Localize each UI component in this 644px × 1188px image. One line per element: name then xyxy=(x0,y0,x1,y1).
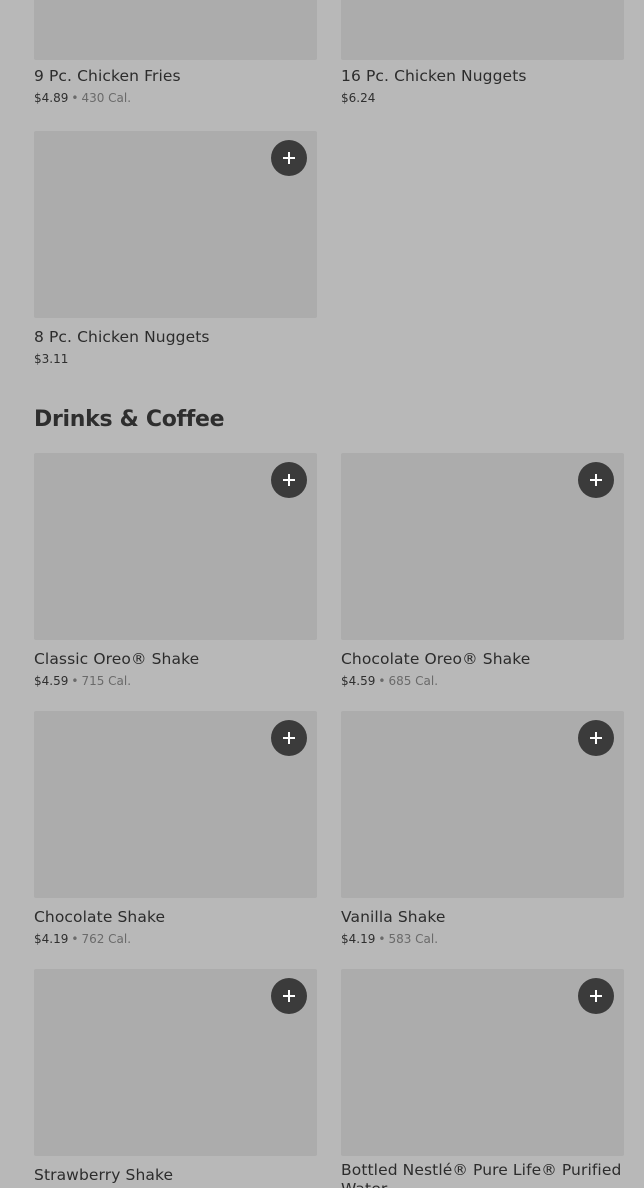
meta-separator: • xyxy=(378,932,386,946)
menu-item-name[interactable]: Chocolate Shake xyxy=(34,904,317,930)
plus-icon xyxy=(282,989,296,1003)
menu-item-card[interactable]: Bottled Nestlé® Pure Life® Purified Wate… xyxy=(341,969,624,1188)
plus-icon xyxy=(589,989,603,1003)
section-title-drinks: Drinks & Coffee xyxy=(34,407,225,432)
menu-page: 9 Pc. Chicken Fries $4.89 • 430 Cal. 16 Pc… xyxy=(0,0,644,1188)
menu-item-calories: 762 Cal. xyxy=(81,932,132,946)
menu-item-card[interactable]: Vanilla Shake $4.19 • 583 Cal. xyxy=(341,711,624,948)
plus-icon xyxy=(282,473,296,487)
menu-item-meta: $6.24 xyxy=(341,89,624,107)
meta-separator: • xyxy=(71,932,79,946)
menu-item-meta: $4.19 • 583 Cal. xyxy=(341,930,624,948)
menu-item-price: $4.89 xyxy=(34,91,69,105)
menu-item-meta: $4.59 • 715 Cal. xyxy=(34,672,317,690)
menu-item-name[interactable]: Vanilla Shake xyxy=(341,904,624,930)
add-to-cart-button[interactable] xyxy=(578,462,614,498)
menu-item-meta: $3.11 xyxy=(34,350,317,368)
menu-item-calories: 430 Cal. xyxy=(81,91,132,105)
menu-item-calories: 685 Cal. xyxy=(388,674,439,688)
menu-item-image[interactable] xyxy=(34,131,317,318)
meta-separator: • xyxy=(71,674,79,688)
meta-separator: • xyxy=(378,674,386,688)
menu-item-image[interactable] xyxy=(34,0,317,60)
menu-item-price: $6.24 xyxy=(341,91,376,105)
menu-item-image[interactable] xyxy=(341,969,624,1156)
add-to-cart-button[interactable] xyxy=(578,978,614,1014)
menu-item-card[interactable]: Chocolate Shake $4.19 • 762 Cal. xyxy=(34,711,317,948)
menu-item-name[interactable]: Strawberry Shake xyxy=(34,1162,317,1188)
meta-separator: • xyxy=(71,91,79,105)
plus-icon xyxy=(282,151,296,165)
add-to-cart-button[interactable] xyxy=(271,720,307,756)
menu-item-name[interactable]: 9 Pc. Chicken Fries xyxy=(34,63,317,89)
plus-icon xyxy=(589,473,603,487)
menu-item-image[interactable] xyxy=(341,0,624,60)
menu-item-meta: $4.59 • 685 Cal. xyxy=(341,672,624,690)
plus-icon xyxy=(589,731,603,745)
plus-icon xyxy=(282,731,296,745)
menu-item-card[interactable]: Chocolate Oreo® Shake $4.59 • 685 Cal. xyxy=(341,453,624,690)
menu-item-image[interactable] xyxy=(34,453,317,640)
add-to-cart-button[interactable] xyxy=(271,978,307,1014)
menu-item-name[interactable]: 16 Pc. Chicken Nuggets xyxy=(341,63,624,89)
menu-item-price: $4.19 xyxy=(341,932,376,946)
menu-item-name[interactable]: Classic Oreo® Shake xyxy=(34,646,317,672)
menu-item-card[interactable]: 8 Pc. Chicken Nuggets $3.11 xyxy=(34,131,317,368)
menu-item-price: $3.11 xyxy=(34,352,69,366)
menu-item-image[interactable] xyxy=(341,453,624,640)
menu-item-meta: $4.19 • 762 Cal. xyxy=(34,930,317,948)
menu-item-price: $4.59 xyxy=(34,674,69,688)
menu-item-name[interactable]: 8 Pc. Chicken Nuggets xyxy=(34,324,317,350)
menu-item-card[interactable]: 16 Pc. Chicken Nuggets $6.24 xyxy=(341,0,624,107)
menu-item-price: $4.59 xyxy=(341,674,376,688)
menu-item-card[interactable]: Strawberry Shake xyxy=(34,969,317,1188)
add-to-cart-button[interactable] xyxy=(271,462,307,498)
menu-item-calories: 583 Cal. xyxy=(388,932,439,946)
add-to-cart-button[interactable] xyxy=(578,720,614,756)
menu-item-price: $4.19 xyxy=(34,932,69,946)
menu-item-name[interactable]: Bottled Nestlé® Pure Life® Purified Wate… xyxy=(341,1161,624,1188)
menu-item-calories: 715 Cal. xyxy=(81,674,132,688)
menu-item-card[interactable]: 9 Pc. Chicken Fries $4.89 • 430 Cal. xyxy=(34,0,317,107)
menu-item-name[interactable]: Chocolate Oreo® Shake xyxy=(341,646,624,672)
menu-item-card[interactable]: Classic Oreo® Shake $4.59 • 715 Cal. xyxy=(34,453,317,690)
menu-item-image[interactable] xyxy=(34,969,317,1156)
menu-item-image[interactable] xyxy=(34,711,317,898)
add-to-cart-button[interactable] xyxy=(271,140,307,176)
menu-item-meta: $4.89 • 430 Cal. xyxy=(34,89,317,107)
menu-item-image[interactable] xyxy=(341,711,624,898)
